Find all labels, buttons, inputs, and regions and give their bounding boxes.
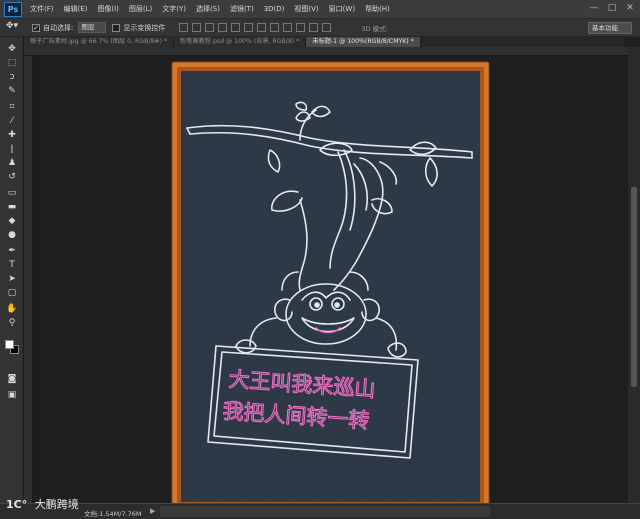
horizontal-scrollbar[interactable] bbox=[160, 506, 490, 517]
watermark-logo: 1C° bbox=[6, 498, 28, 511]
document-size: 文档:1.54M/7.76M bbox=[84, 510, 142, 518]
document-canvas: 大王叫我来巡山 我把人间转一转 bbox=[171, 61, 490, 512]
status-menu-arrow-icon[interactable]: ▶ bbox=[150, 507, 155, 515]
watermark-text: 大鹏跨境 bbox=[34, 498, 79, 511]
vertical-scrollbar[interactable] bbox=[628, 47, 640, 503]
status-bar: 文档:1.54M/7.76M ▶ bbox=[0, 503, 640, 519]
scroll-thumb[interactable] bbox=[631, 187, 637, 387]
watermark: 1C° 大鹏跨境 bbox=[6, 496, 79, 512]
